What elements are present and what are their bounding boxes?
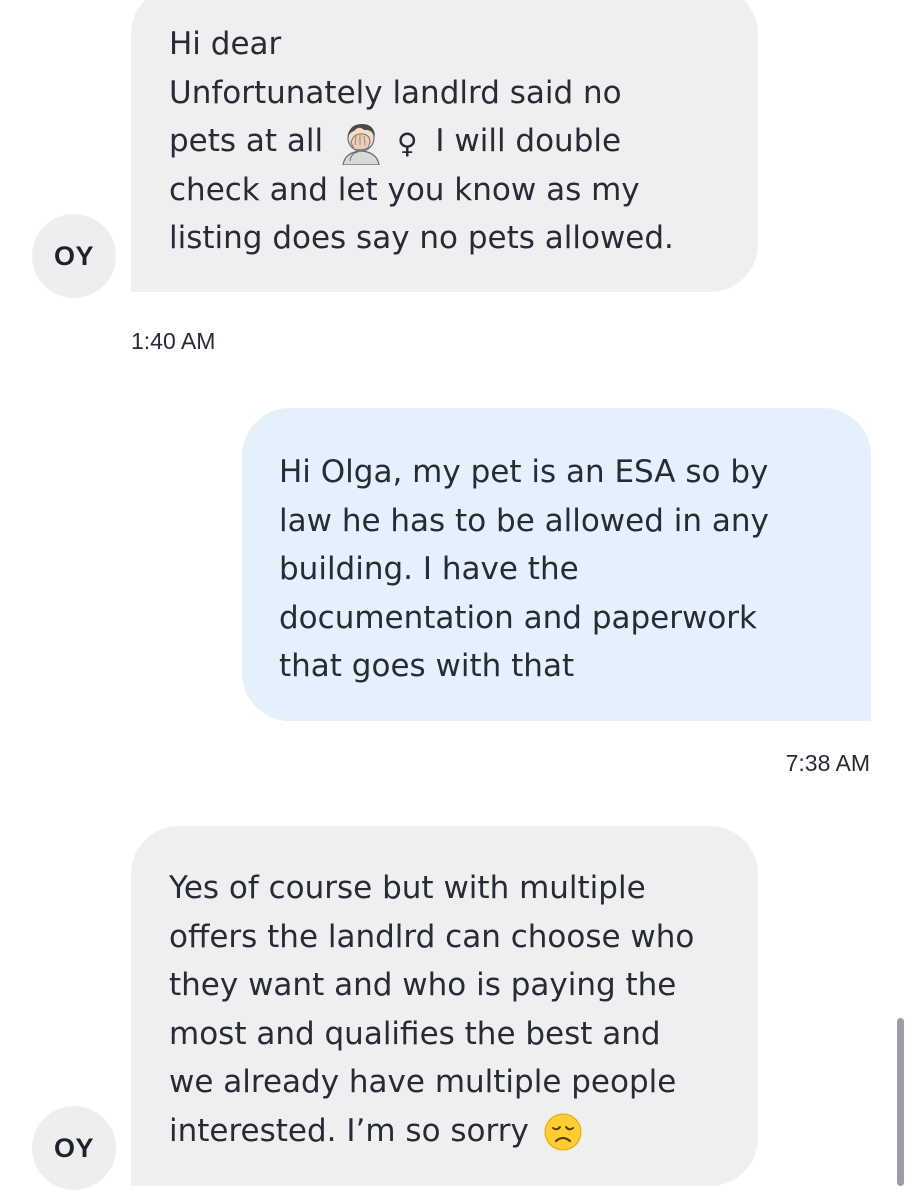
message-text: I will double (435, 123, 622, 159)
message-line-with-emoji: interested. I’m so sorry (169, 1107, 758, 1156)
incoming-message-bubble: Yes of course but with multiple offers t… (131, 826, 758, 1186)
message-line: documentation and paperwork (279, 599, 758, 636)
face-palm-emoji (342, 123, 380, 165)
avatar[interactable]: OY (32, 214, 116, 298)
message-line: Unfortunately landlrd said no (169, 74, 622, 111)
message-line: they want and who is paying the (169, 967, 677, 1003)
message-line: we already have multiple people (169, 1064, 677, 1100)
outgoing-message-bubble: Hi Olga, my pet is an ESA so by law he h… (242, 408, 871, 721)
message-timestamp: 7:38 AM (785, 750, 870, 776)
avatar[interactable]: OY (32, 1106, 116, 1190)
message-line: Hi Olga, my pet is an ESA so by (279, 454, 769, 490)
scrollbar-thumb[interactable] (897, 1018, 904, 1186)
avatar-initials: OY (53, 1132, 94, 1163)
message-line: Yes of course but with multiple (169, 870, 646, 906)
message-line: listing does say no pets allowed. (169, 220, 674, 256)
message-line-with-emoji: pets at all ♀ I will double (169, 117, 758, 166)
disappointed-face-emoji (544, 1113, 582, 1151)
message-line: check and let you know as my (169, 171, 640, 208)
female-sign-icon: ♀ (397, 127, 418, 160)
avatar-initials: OY (53, 240, 94, 271)
message-line: that goes with that (279, 648, 575, 684)
message-timestamp: 1:40 AM (131, 328, 216, 354)
message-line: law he has to be allowed in any (279, 502, 769, 539)
message-line: most and qualifies the best and (169, 1015, 661, 1052)
message-line: Hi dear (169, 26, 282, 62)
message-line: offers the landlrd can choose who (169, 918, 695, 955)
message-text: interested. I’m so sorry (169, 1112, 529, 1149)
incoming-message-bubble: Hi dear Unfortunately landlrd said no pe… (131, 0, 758, 292)
message-text: pets at all (169, 123, 324, 159)
message-line: building. I have the (279, 551, 579, 587)
